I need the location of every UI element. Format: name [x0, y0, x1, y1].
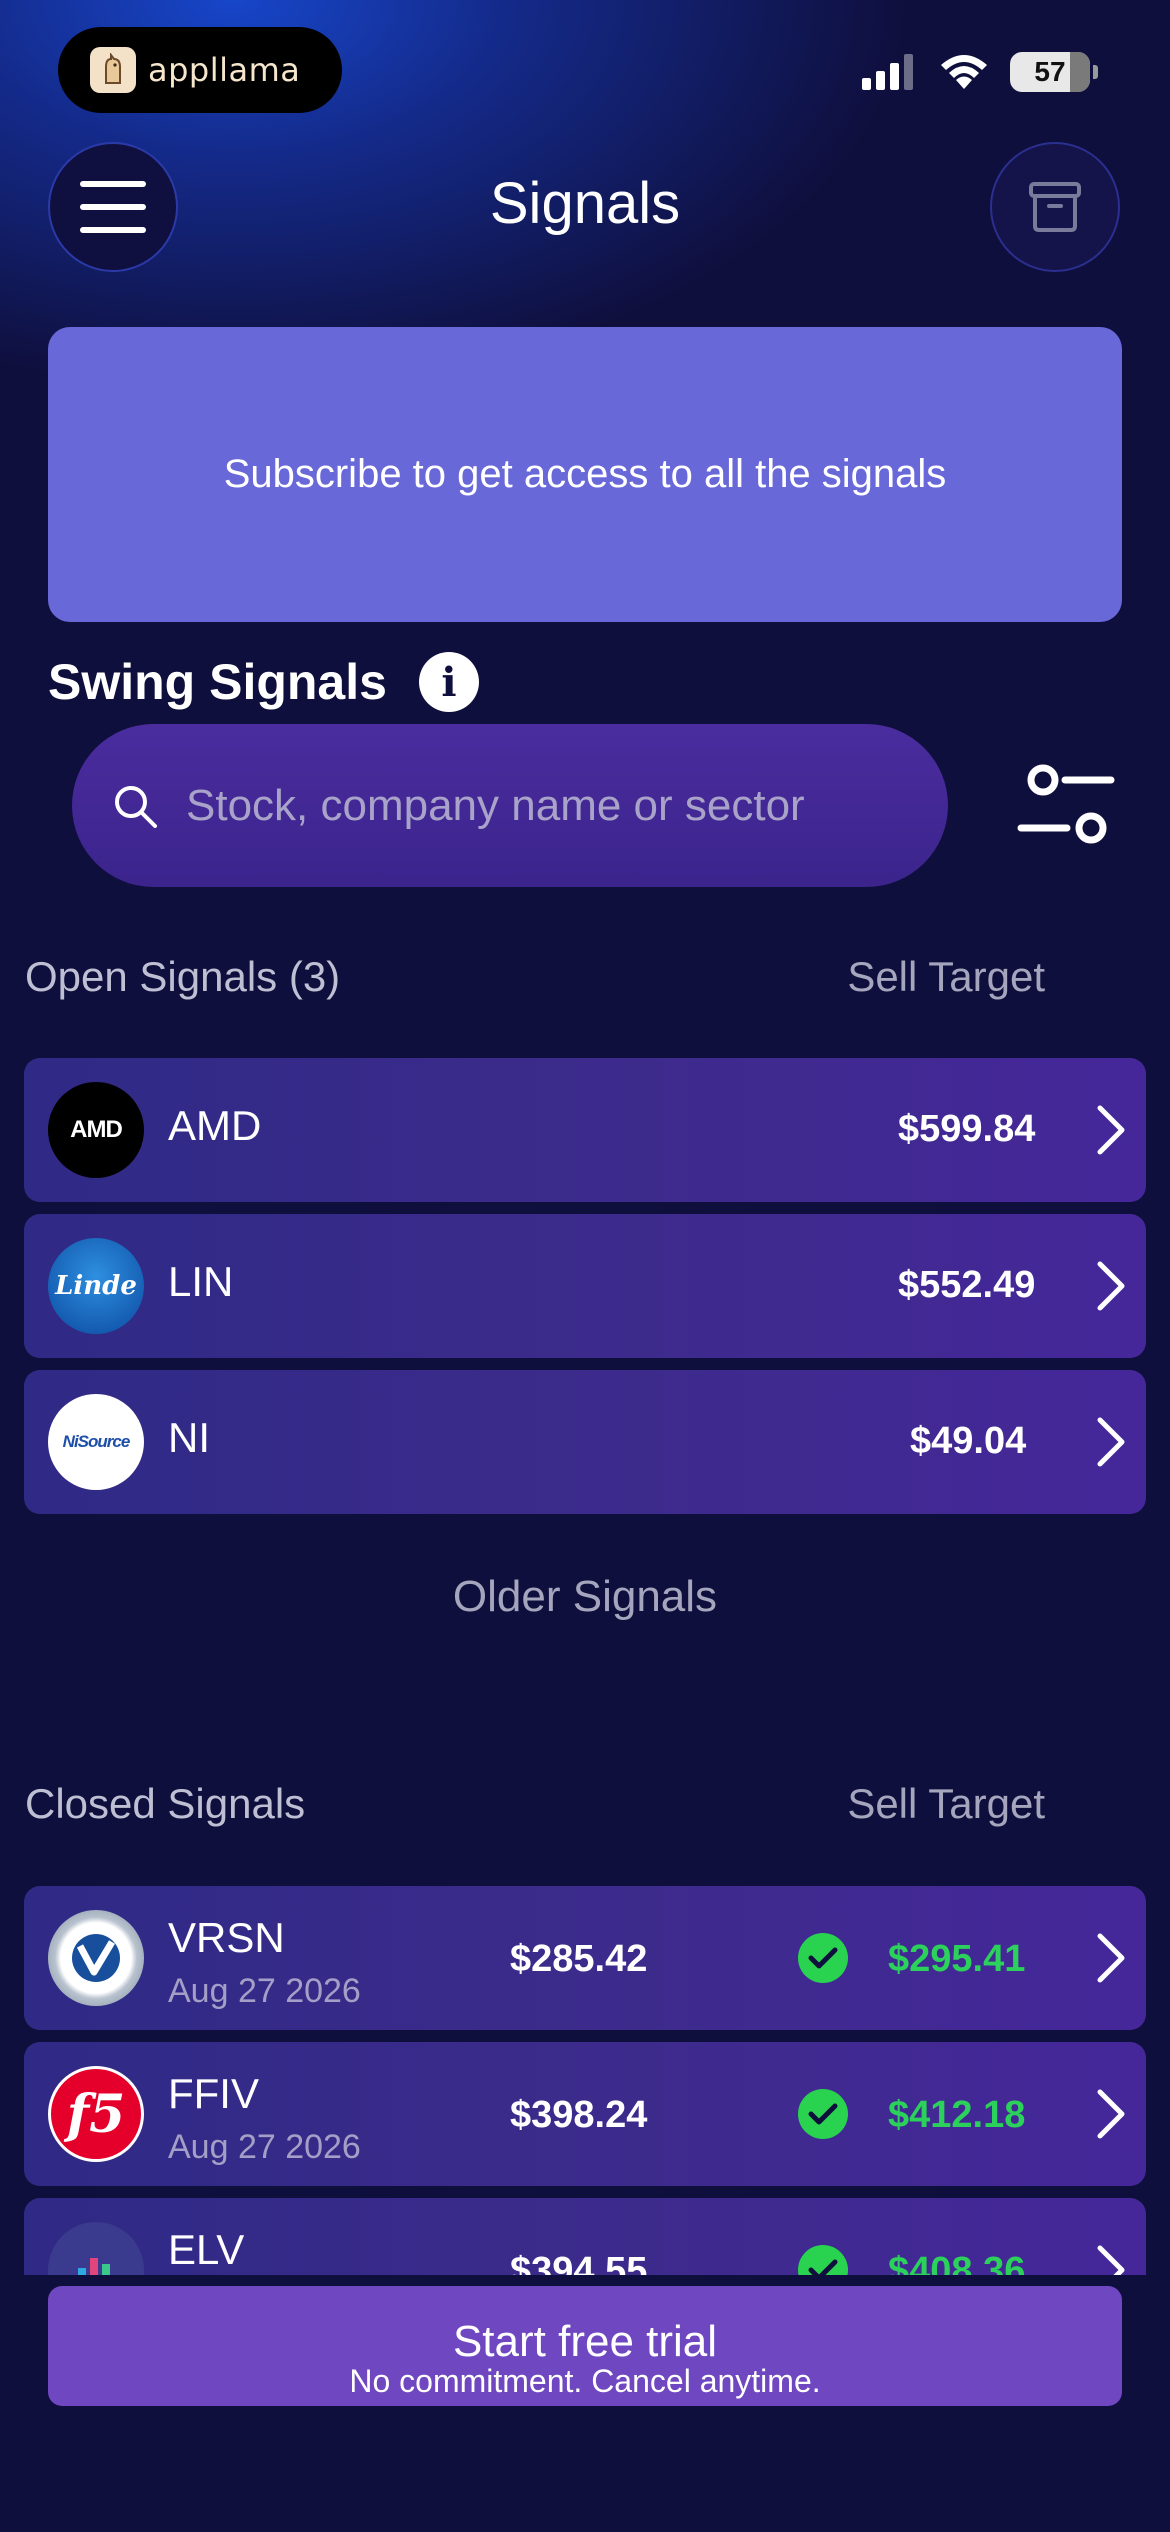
search-box[interactable] [72, 724, 948, 887]
linde-logo-icon: Linde [48, 1238, 144, 1334]
closed-signals-header: Closed Signals Sell Target [25, 1780, 1045, 1828]
ticker: LIN [168, 1258, 234, 1305]
cta-subtitle: No commitment. Cancel anytime. [349, 2363, 821, 2399]
signal-row-lin[interactable]: Linde LIN $552.49 [24, 1214, 1146, 1358]
sell-target-column-label: Sell Target [847, 1780, 1045, 1827]
ticker: FFIV [168, 2070, 259, 2117]
filter-button[interactable] [1015, 760, 1115, 850]
status-bar: appllama 57 [0, 0, 1170, 130]
chevron-right-icon [1097, 1417, 1125, 1467]
closed-signals-list[interactable]: VRSN Aug 27 2026 $285.42 $295.41 f5 FFIV… [0, 1870, 1170, 2275]
chevron-right-icon [1097, 2245, 1125, 2275]
check-circle-icon [798, 2245, 848, 2275]
sell-target: $412.18 [888, 2094, 1026, 2136]
chevron-right-icon [1097, 1105, 1125, 1155]
archive-button[interactable] [990, 142, 1120, 272]
sell-target: $295.41 [888, 1938, 1026, 1980]
verisign-logo-icon [48, 1910, 144, 2006]
archive-icon [1029, 182, 1081, 232]
battery-level: 57 [1034, 56, 1066, 87]
open-signals-header: Open Signals (3) Sell Target [25, 953, 1045, 1001]
signal-row-ffiv[interactable]: f5 FFIV Aug 27 2026 $398.24 $412.18 [24, 2042, 1146, 2186]
signal-row-amd[interactable]: AMD AMD $599.84 [24, 1058, 1146, 1202]
entry-price: $398.24 [510, 2094, 648, 2136]
signal-date: Aug 27 2026 [168, 2128, 361, 2166]
signal-row-ni[interactable]: NiSource NI $49.04 [24, 1370, 1146, 1514]
f5-logo-icon: f5 [48, 2066, 144, 2162]
brand-pill[interactable]: appllama [58, 27, 342, 113]
older-signals-link[interactable]: Older Signals [0, 1572, 1170, 1622]
section-title: Swing Signals [48, 654, 387, 710]
search-icon [115, 785, 157, 828]
nisource-logo-icon: NiSource [48, 1394, 144, 1490]
cta-title: Start free trial [452, 2317, 718, 2366]
search-input[interactable] [186, 780, 886, 831]
signal-date: Aug 27 2026 [168, 1972, 361, 2010]
sell-target: $49.04 [910, 1420, 1027, 1462]
ticker: AMD [168, 1102, 262, 1149]
chevron-right-icon [1097, 1933, 1125, 1983]
sell-target: $552.49 [898, 1264, 1036, 1306]
elevance-logo-icon [48, 2222, 144, 2275]
entry-price: $285.42 [510, 1938, 648, 1980]
ticker: ELV [168, 2226, 245, 2273]
sell-target-column-label: Sell Target [847, 953, 1045, 1000]
chevron-right-icon [1097, 1261, 1125, 1311]
entry-price: $394.55 [510, 2250, 648, 2275]
llama-logo-icon [90, 47, 136, 93]
open-signals-title: Open Signals (3) [25, 953, 341, 1000]
closed-signals-title: Closed Signals [25, 1780, 306, 1827]
brand-name: appllama [148, 51, 301, 89]
chevron-right-icon [1097, 2089, 1125, 2139]
status-indicators: 57 [862, 52, 1098, 92]
filter-sliders-icon [1017, 764, 1115, 844]
info-icon[interactable]: i [418, 652, 479, 712]
signal-row-elv[interactable]: ELV $394.55 $408.36 [24, 2198, 1146, 2275]
check-circle-icon [798, 1933, 848, 1983]
battery-indicator: 57 [1010, 52, 1098, 92]
header: Signals [0, 140, 1170, 275]
amd-logo-icon: AMD [48, 1082, 144, 1178]
ticker: NI [168, 1414, 210, 1461]
section-heading: Swing Signals i [48, 652, 479, 712]
wifi-icon [941, 55, 987, 89]
start-free-trial-button[interactable]: Start free trial No commitment. Cancel a… [48, 2286, 1122, 2406]
ticker: VRSN [168, 1914, 285, 1961]
check-circle-icon [798, 2089, 848, 2139]
sell-target: $408.36 [888, 2250, 1026, 2275]
sell-target: $599.84 [898, 1108, 1036, 1150]
cellular-signal-icon [862, 54, 913, 90]
subscribe-banner[interactable]: Subscribe to get access to all the signa… [48, 327, 1122, 622]
signal-row-vrsn[interactable]: VRSN Aug 27 2026 $285.42 $295.41 [24, 1886, 1146, 2030]
